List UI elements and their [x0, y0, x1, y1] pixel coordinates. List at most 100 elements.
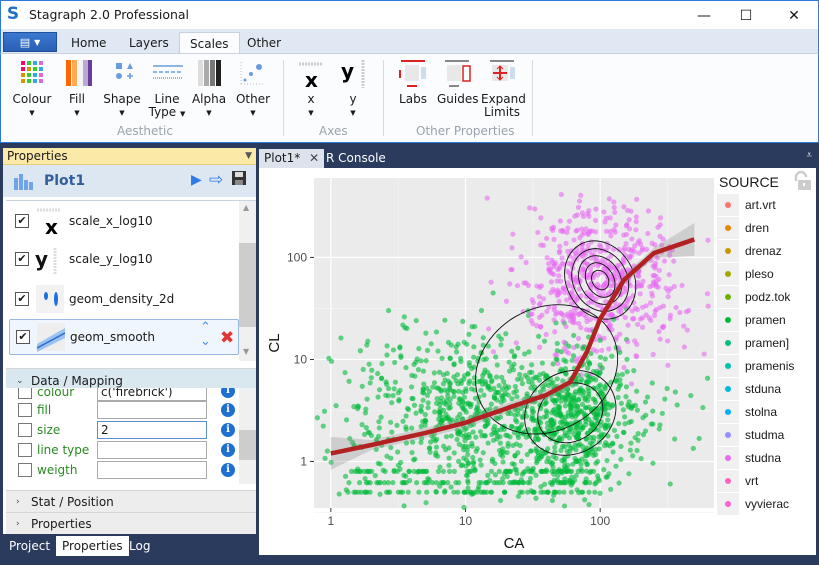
tab-other[interactable]: Other — [237, 32, 291, 54]
shape-label: Shape — [103, 92, 141, 106]
tab-properties[interactable]: Properties — [56, 536, 129, 556]
layer-name: geom_density_2d — [69, 292, 175, 306]
data-point — [628, 381, 635, 387]
data-point — [554, 340, 560, 347]
layer-checkbox[interactable]: ✔ — [15, 292, 29, 306]
scroll-thumb[interactable] — [239, 430, 256, 460]
data-point — [490, 349, 497, 355]
data-point — [488, 279, 494, 285]
section-label: Properties — [31, 517, 92, 531]
tab-log[interactable]: Log — [123, 536, 156, 556]
line-type-button[interactable]: Line Type ▼ — [147, 58, 187, 121]
close-button[interactable]: ✕ — [771, 1, 817, 30]
data-point — [549, 468, 555, 474]
file-menu-button[interactable]: ▤ ▼ — [3, 32, 57, 52]
line-type-input[interactable] — [97, 441, 207, 459]
tab-plot1[interactable]: Plot1* ✕ — [259, 149, 325, 168]
mapping-scrollbar[interactable] — [239, 388, 256, 484]
tab-home[interactable]: Home — [61, 32, 116, 54]
properties-section[interactable]: › Properties — [6, 512, 256, 534]
info-icon[interactable]: i — [221, 388, 235, 398]
data-point — [375, 370, 381, 377]
maximize-button[interactable]: ☐ — [723, 1, 769, 30]
mapping-checkbox[interactable] — [18, 423, 32, 437]
tab-layers[interactable]: Layers — [119, 32, 179, 54]
tab-menu-icon[interactable]: ⩡ — [806, 150, 812, 161]
data-point — [583, 480, 589, 486]
move-up-down-icon[interactable]: ⌃ ⌄ — [200, 321, 211, 349]
layer-checkbox[interactable]: ✔ — [15, 214, 29, 228]
alpha-button[interactable]: Alpha ▼ — [191, 58, 227, 120]
data-point — [655, 224, 661, 230]
data-point — [595, 473, 601, 479]
colour-button[interactable]: Colour ▼ — [11, 58, 53, 120]
y-axis-button[interactable]: y y ▼ — [335, 58, 371, 120]
group-separator — [283, 60, 284, 136]
data-point — [434, 396, 440, 402]
layers-scrollbar[interactable]: ▲ ▼ — [239, 201, 256, 361]
mapping-label: line type — [37, 443, 90, 457]
x-axis-button[interactable]: x x ▼ — [293, 58, 329, 120]
mapping-checkbox[interactable] — [18, 463, 32, 477]
data-point — [563, 323, 569, 330]
data-point — [575, 403, 581, 409]
other-aes-button[interactable]: Other ▼ — [233, 58, 273, 120]
shape-button[interactable]: Shape ▼ — [101, 58, 143, 120]
tab-scales[interactable]: Scales — [179, 32, 240, 54]
data-point — [321, 408, 328, 414]
layer-item[interactable]: ✔ geom_density_2d — [9, 281, 239, 317]
minimize-button[interactable]: — — [681, 1, 727, 30]
delete-icon[interactable]: ✖ — [220, 328, 234, 348]
data-point — [563, 348, 569, 354]
tab-r-console[interactable]: R Console — [321, 149, 391, 168]
data-mapping-section[interactable]: ⌄ Data / Mapping — [6, 368, 256, 388]
fill-input[interactable] — [97, 401, 207, 419]
expand-limits-button[interactable]: Expand Limits — [481, 58, 526, 119]
layer-item[interactable]: ✔ x scale_x_log10 — [9, 203, 239, 239]
mapping-checkbox[interactable] — [18, 443, 32, 457]
labs-button[interactable]: Labs — [395, 58, 431, 106]
data-point — [650, 263, 656, 269]
mapping-checkbox[interactable] — [18, 388, 32, 399]
layer-item-selected[interactable]: ✔ geom_smooth ⌃ ⌄ ✖ — [9, 319, 239, 355]
layer-checkbox[interactable]: ✔ — [15, 252, 29, 266]
scroll-thumb[interactable] — [239, 243, 256, 327]
arrow-right-icon[interactable]: ⇨ — [209, 170, 223, 190]
data-point — [338, 335, 344, 341]
data-point — [644, 394, 651, 400]
data-point — [425, 400, 431, 406]
x-tick-label: 10 — [459, 514, 473, 528]
info-icon[interactable]: i — [221, 443, 235, 457]
info-icon[interactable]: i — [221, 463, 235, 477]
layer-item[interactable]: ✔ y scale_y_log10 — [9, 241, 239, 277]
data-point — [427, 445, 433, 451]
data-point — [418, 408, 424, 415]
info-icon[interactable]: i — [221, 403, 235, 417]
data-point — [593, 480, 599, 486]
mapping-checkbox[interactable] — [18, 403, 32, 417]
lock-icon[interactable] — [792, 170, 812, 191]
panel-menu-icon[interactable]: ▼ — [245, 148, 252, 165]
data-point — [411, 457, 417, 463]
data-point — [534, 458, 540, 464]
close-tab-icon[interactable]: ✕ — [309, 151, 319, 165]
data-point — [571, 344, 577, 351]
data-point — [582, 497, 588, 503]
data-point — [541, 338, 548, 344]
info-icon[interactable]: i — [221, 423, 235, 437]
data-point — [648, 317, 654, 324]
data-point — [556, 298, 562, 304]
data-point — [336, 491, 342, 497]
data-point — [529, 405, 535, 411]
layer-checkbox[interactable]: ✔ — [16, 330, 30, 344]
weight-input[interactable] — [97, 461, 207, 479]
save-icon[interactable] — [231, 170, 247, 186]
stat-position-section[interactable]: › Stat / Position — [6, 490, 256, 512]
tab-project[interactable]: Project — [3, 536, 56, 556]
fill-button[interactable]: Fill ▼ — [59, 58, 95, 120]
guides-button[interactable]: Guides — [437, 58, 479, 106]
data-point — [485, 440, 491, 446]
data-point — [486, 326, 492, 332]
size-input[interactable]: 2 — [97, 421, 207, 439]
run-icon[interactable]: ▶ — [191, 172, 202, 188]
